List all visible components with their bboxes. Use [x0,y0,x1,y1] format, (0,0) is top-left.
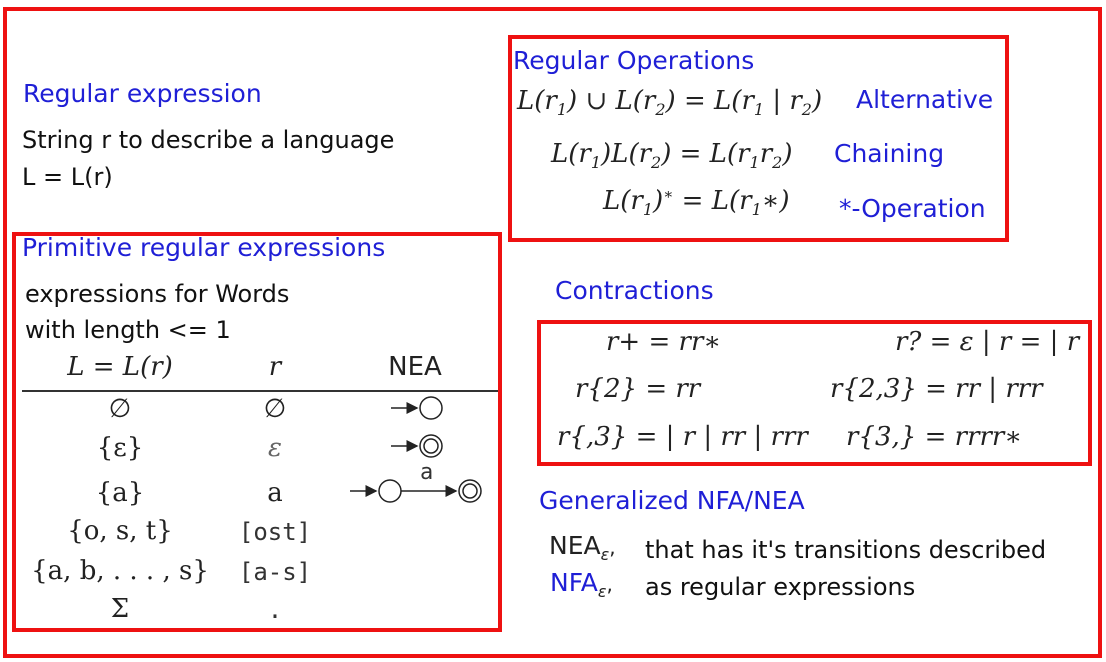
table-rule [22,390,498,392]
nfa-comma: , [606,572,613,596]
contraction-3: r{2} = rr [575,374,701,404]
generalized-desc-2: as regular expressions [645,573,916,601]
intro-line-1: String r to describe a language [22,126,395,154]
nfa-eps: ε [597,582,607,601]
nfa-epsilon-label: NFAε, [550,568,613,601]
table-row-5-lang: {a, b, . . . , s} [31,556,209,586]
contraction-4: r{2,3} = rr | rrr [830,374,1043,404]
table-row-2-r: ε [268,433,282,463]
nfa-text: NFA [550,568,598,597]
primitive-desc-1: expressions for Words [25,280,290,308]
nea-text: NEA [549,531,601,560]
primitive-heading: Primitive regular expressions [22,233,386,262]
nea-transition-label: a [420,460,434,485]
nea-epsilon-label: NEAε, [549,531,616,564]
table-row-5-r: [a-s] [238,558,312,586]
table-row-1-lang: ∅ [108,394,132,424]
table-row-6-r: . [267,596,283,624]
table-row-4-r: [ost] [238,518,312,546]
regular-operations-heading: Regular Operations [513,46,755,75]
page-title: Regular expression [23,79,262,108]
op-alternative-label: Alternative [856,85,994,114]
table-row-1-r: ∅ [263,394,287,424]
nea-comma: , [609,535,616,559]
generalized-heading: Generalized NFA/NEA [539,486,805,515]
nea-eps: ε [600,545,610,564]
table-row-3-r: a [267,478,283,508]
table-row-2-lang: {ε} [96,433,144,463]
table-row-6-lang: Σ [110,594,130,624]
op-alternative-formula: L(r1) ∪ L(r2) = L(r1 | r2) [517,86,823,119]
intro-line-2: L = L(r) [22,163,113,191]
contractions-heading: Contractions [555,276,714,305]
contraction-1: r+ = rr∗ [606,327,722,357]
op-star-label: *-Operation [839,194,986,223]
table-row-4-lang: {o, s, t} [67,516,173,546]
contraction-2: r? = ε | r = | r [895,327,1080,357]
table-row-3-lang: {a} [95,478,145,508]
table-header-lang: L = L(r) [67,352,173,382]
table-header-r: r [268,352,282,382]
primitive-desc-2: with length <= 1 [25,316,231,344]
generalized-desc-1: that has it's transitions described [645,536,1047,564]
table-header-nea: NEA [388,352,442,382]
op-chaining-formula: L(r1)L(r2) = L(r1r2) [551,139,793,172]
contraction-6: r{3,} = rrrr∗ [846,422,1023,452]
contraction-5: r{,3} = | r | rr | rrr [557,422,808,452]
op-chaining-label: Chaining [834,139,945,168]
op-star-formula: L(r1)∗ = L(r1∗) [603,185,790,219]
